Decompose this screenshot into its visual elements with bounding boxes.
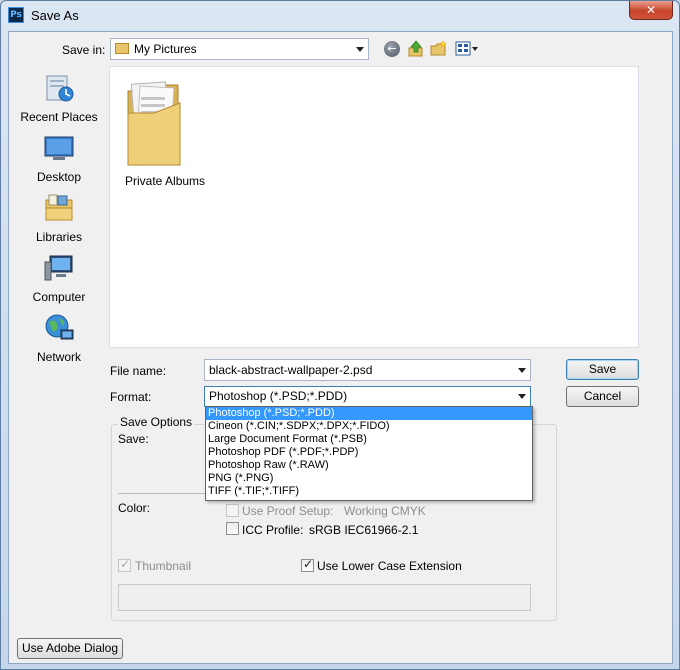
lower-case-extension-label: Use Lower Case Extension	[317, 559, 462, 573]
save-in-value: My Pictures	[134, 42, 197, 56]
place-label: Network	[36, 350, 81, 364]
close-icon: ✕	[645, 3, 657, 17]
close-button[interactable]: ✕	[629, 1, 673, 20]
format-value: Photoshop (*.PSD;*.PDD)	[209, 389, 348, 403]
save-options-divider	[118, 493, 208, 494]
thumbnail-label: Thumbnail	[135, 559, 192, 573]
save-button[interactable]: Save	[566, 359, 639, 380]
file-name-field[interactable]: black-abstract-wallpaper-2.psd	[204, 359, 531, 381]
cancel-button[interactable]: Cancel	[566, 386, 639, 407]
format-option[interactable]: TIFF (*.TIF;*.TIFF)	[206, 485, 532, 498]
format-option[interactable]: Large Document Format (*.PSB)	[206, 433, 532, 446]
use-proof-setup-checkbox[interactable]	[226, 504, 239, 517]
use-proof-setup-value: Working CMYK	[344, 504, 426, 518]
icc-profile-label: ICC Profile:	[242, 523, 304, 537]
format-option[interactable]: PNG (*.PNG)	[206, 472, 532, 485]
file-item-label: Private Albums	[125, 174, 206, 188]
format-option[interactable]: Cineon (*.CIN;*.SDPX;*.DPX;*.FIDO)	[206, 420, 532, 433]
computer-icon	[44, 255, 73, 281]
save-label: Save:	[118, 432, 149, 446]
up-folder-icon[interactable]	[407, 40, 425, 58]
desktop-icon	[44, 136, 74, 160]
folder-icon	[127, 81, 181, 166]
icc-profile-checkbox[interactable]	[226, 522, 239, 535]
photoshop-app-icon: Ps	[8, 7, 24, 23]
save-options-title: Save Options	[118, 415, 195, 429]
place-label: Computer	[32, 290, 86, 304]
place-label: Libraries	[35, 230, 83, 244]
recent-places-icon	[46, 75, 74, 102]
save-as-dialog: Ps Save As ✕ Save in: My Pictures ← Rece…	[0, 0, 680, 670]
save-in-label: Save in:	[62, 43, 106, 57]
place-network[interactable]: Network	[15, 312, 103, 364]
format-option[interactable]: Photoshop PDF (*.PDF;*.PDP)	[206, 446, 532, 459]
file-name-value: black-abstract-wallpaper-2.psd	[209, 363, 373, 377]
chevron-down-icon	[356, 47, 364, 52]
libraries-icon	[45, 194, 73, 221]
network-icon	[45, 314, 74, 340]
title-bar[interactable]: Ps Save As ✕	[1, 1, 679, 31]
info-box	[118, 584, 531, 611]
chevron-down-icon	[518, 394, 526, 399]
place-label: Desktop	[36, 170, 82, 184]
chevron-down-icon	[518, 368, 526, 373]
my-pictures-folder-icon	[115, 43, 129, 55]
place-desktop[interactable]: Desktop	[15, 132, 103, 184]
format-dropdown-list[interactable]: Photoshop (*.PSD;*.PDD) Cineon (*.CIN;*.…	[205, 406, 533, 501]
format-label: Format:	[110, 390, 152, 404]
format-option[interactable]: Photoshop (*.PSD;*.PDD)	[206, 407, 532, 420]
color-label: Color:	[118, 501, 151, 515]
thumbnail-checkbox[interactable]: ✓	[118, 557, 131, 572]
place-computer[interactable]: Computer	[15, 252, 103, 304]
place-recent-places[interactable]: Recent Places	[15, 72, 103, 124]
checkmark-icon: ✓	[303, 557, 314, 571]
views-menu-icon[interactable]	[455, 40, 479, 58]
dialog-body: Save in: My Pictures ← Recent Places Des…	[8, 31, 673, 664]
dialog-title: Save As	[31, 8, 79, 23]
file-name-label: File name:	[110, 364, 167, 378]
new-folder-icon[interactable]	[430, 40, 448, 58]
icc-profile-value: sRGB IEC61966-2.1	[309, 523, 419, 537]
lower-case-extension-checkbox[interactable]: ✓	[301, 557, 314, 572]
format-option[interactable]: Photoshop Raw (*.RAW)	[206, 459, 532, 472]
use-adobe-dialog-button[interactable]: Use Adobe Dialog	[17, 638, 123, 659]
place-libraries[interactable]: Libraries	[15, 192, 103, 244]
file-list[interactable]: Private Albums	[109, 66, 639, 348]
places-bar: Recent Places Desktop Libraries Computer…	[15, 66, 103, 364]
save-in-combo[interactable]: My Pictures	[110, 38, 369, 60]
place-label: Recent Places	[20, 110, 98, 124]
format-select[interactable]: Photoshop (*.PSD;*.PDD)	[204, 386, 531, 407]
checkmark-icon: ✓	[120, 557, 131, 571]
use-proof-setup-label: Use Proof Setup:	[242, 504, 334, 518]
back-arrow-icon[interactable]: ←	[384, 41, 400, 57]
